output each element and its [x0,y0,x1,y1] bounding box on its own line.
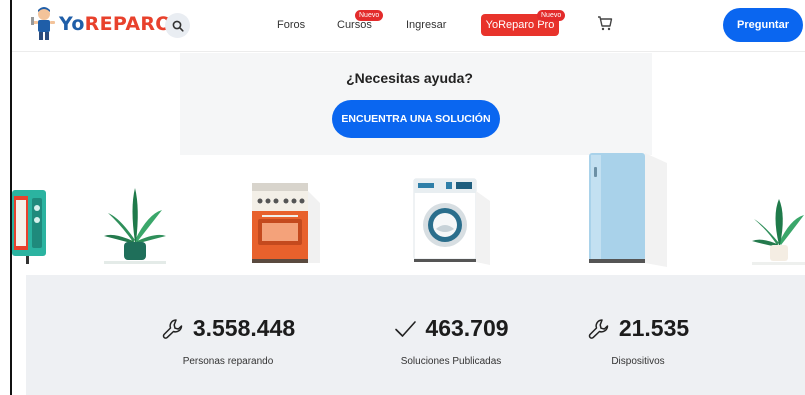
refrigerator-icon [589,153,667,267]
plant-icon [104,188,166,264]
stat-solutions-label: Soluciones Publicadas [400,356,502,367]
wrench-icon [162,318,183,339]
help-title: ¿Necesitas ayuda? [346,70,473,86]
find-solution-button[interactable]: ENCUENTRA UNA SOLUCIÓN [332,100,500,138]
new-badge-pro: Nuevo [537,10,566,21]
stat-people-value: 3.558.448 [192,315,296,341]
stat-solutions-published: 463.709 Soluciones Publicadas [351,315,551,367]
page-frame: YoREPARO Foros Cursos Nuevo Ingresar YoR… [10,0,805,395]
stats-section: 3.558.448 Personas reparando 463.709 Sol… [26,275,805,395]
ask-question-button[interactable]: Preguntar [723,8,803,42]
stat-devices-label: Dispositivos [611,356,665,367]
top-navigation-bar: YoREPARO Foros Cursos Nuevo Ingresar YoR… [12,0,805,52]
logo-wordmark: YoREPARO [59,13,172,35]
washing-machine-icon [413,178,490,265]
plant-icon [752,199,805,265]
stat-people-repairing: 3.558.448 Personas reparando [128,315,328,367]
search-button[interactable] [165,13,190,38]
logo-reparo-text: REPARO [84,13,172,35]
microwave-icon [12,190,46,264]
cart-icon[interactable] [596,14,614,32]
mascot-logo-icon [31,7,55,40]
site-logo[interactable]: YoREPARO [30,6,172,42]
find-solution-label: ENCUENTRA UNA SOLUCIÓN [341,113,491,125]
checkmark-icon [395,320,417,337]
logo-yo-text: Yo [59,13,85,35]
stove-icon [252,183,320,263]
stat-solutions-value: 463.709 [425,315,509,341]
search-icon [172,20,184,32]
nav-link-foros[interactable]: Foros [277,19,305,31]
stat-people-label: Personas reparando [182,356,274,367]
stat-devices-value: 21.535 [618,315,690,341]
new-badge-cursos: Nuevo [355,10,384,21]
hero-section: ¿Necesitas ayuda? ENCUENTRA UNA SOLUCIÓN [12,53,805,275]
stat-devices: 21.535 Dispositivos [538,315,738,367]
wrench-icon [588,318,609,339]
nav-link-ingresar[interactable]: Ingresar [406,19,446,31]
ask-question-label: Preguntar [737,19,789,31]
